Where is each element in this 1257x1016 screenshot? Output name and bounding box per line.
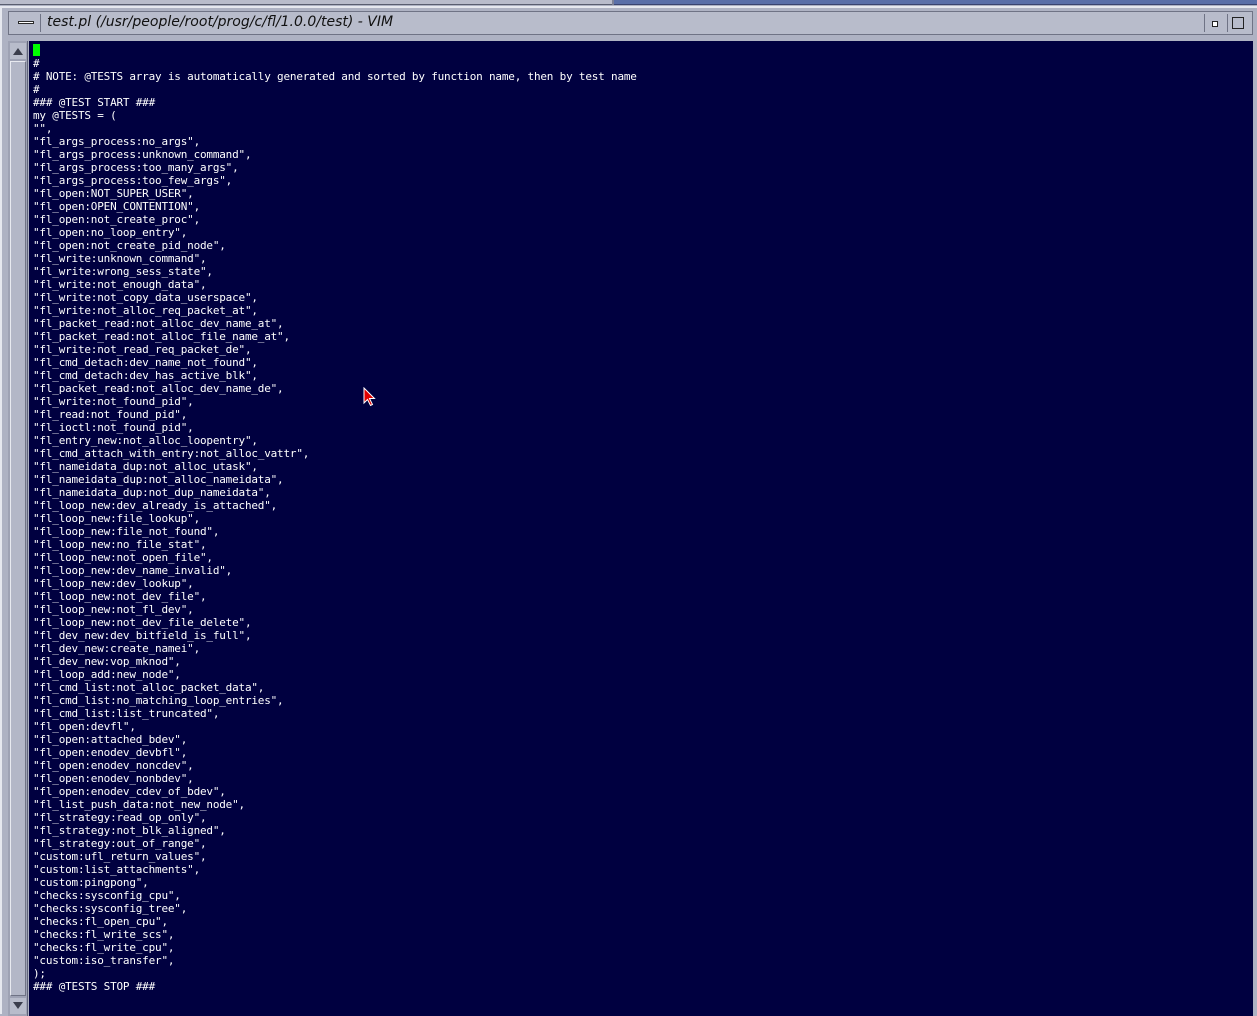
code-line: "fl_dev_new:dev_bitfield_is_full",	[33, 629, 252, 642]
code-line: "fl_dev_new:create_namei",	[33, 642, 200, 655]
code-line: "fl_cmd_list:no_matching_loop_entries",	[33, 694, 284, 707]
code-line: "fl_cmd_list:list_truncated",	[33, 707, 220, 720]
scrollbar-thumb[interactable]	[10, 61, 26, 996]
code-line: "fl_write:not_copy_data_userspace",	[33, 291, 258, 304]
code-line: "fl_open:enodev_devbfl",	[33, 746, 188, 759]
code-line: "fl_open:attached_bdev",	[33, 733, 188, 746]
code-line: "fl_open:enodev_cdev_of_bdev",	[33, 785, 226, 798]
code-line: "fl_loop_new:file_lookup",	[33, 512, 200, 525]
code-line: "custom:pingpong",	[33, 876, 149, 889]
code-line: #	[33, 57, 40, 70]
code-line: "fl_entry_new:not_alloc_loopentry",	[33, 434, 258, 447]
code-line: "fl_loop_new:not_dev_file_delete",	[33, 616, 252, 629]
code-line: "fl_args_process:no_args",	[33, 135, 200, 148]
code-line: "fl_open:not_create_proc",	[33, 213, 200, 226]
code-line: "fl_open:enodev_nonbdev",	[33, 772, 194, 785]
code-line: "fl_open:OPEN_CONTENTION",	[33, 200, 200, 213]
mouse-pointer-icon	[363, 387, 376, 407]
code-lines: # # NOTE: @TESTS array is automatically g…	[33, 44, 637, 993]
code-line: "fl_cmd_list:not_alloc_packet_data",	[33, 681, 265, 694]
window-menu-button[interactable]	[11, 14, 41, 32]
code-line: "fl_loop_new:dev_lookup",	[33, 577, 194, 590]
window-title: test.pl (/usr/people/root/prog/c/fl/1.0.…	[47, 14, 394, 30]
code-line: "fl_write:not_alloc_req_packet_at",	[33, 304, 258, 317]
vim-window: test.pl (/usr/people/root/prog/c/fl/1.0.…	[0, 6, 1257, 1016]
code-line: "fl_open:NOT_SUPER_USER",	[33, 187, 194, 200]
code-line: "fl_loop_new:no_file_stat",	[33, 538, 207, 551]
minimize-button[interactable]	[1204, 14, 1224, 32]
code-line: "fl_ioctl:not_found_pid",	[33, 421, 194, 434]
code-line: "checks:fl_open_cpu",	[33, 915, 168, 928]
code-line: "fl_open:not_create_pid_node",	[33, 239, 226, 252]
code-line: "fl_loop_new:not_fl_dev",	[33, 603, 194, 616]
vertical-scrollbar[interactable]	[8, 41, 28, 1016]
code-line: "fl_packet_read:not_alloc_file_name_at",	[33, 330, 290, 343]
code-line: "checks:fl_write_cpu",	[33, 941, 175, 954]
code-line: "fl_dev_new:vop_mknod",	[33, 655, 181, 668]
code-line: "fl_loop_new:not_dev_file",	[33, 590, 207, 603]
code-line: "fl_open:devfl",	[33, 720, 136, 733]
minimize-icon	[1212, 21, 1218, 27]
code-line: "fl_cmd_detach:dev_name_not_found",	[33, 356, 258, 369]
code-line: # NOTE: @TESTS array is automatically ge…	[33, 70, 637, 83]
code-line: "fl_list_push_data:not_new_node",	[33, 798, 245, 811]
code-line: "fl_write:unknown_command",	[33, 252, 207, 265]
code-line: "fl_nameidata_dup:not_alloc_utask",	[33, 460, 258, 473]
code-line: "fl_loop_new:not_open_file",	[33, 551, 213, 564]
code-line: "fl_strategy:out_of_range",	[33, 837, 207, 850]
code-line: "checks:sysconfig_cpu",	[33, 889, 181, 902]
maximize-icon	[1232, 17, 1244, 29]
code-line: "fl_read:not_found_pid",	[33, 408, 188, 421]
code-line: "fl_write:not_found_pid",	[33, 395, 194, 408]
code-line: "fl_write:not_enough_data",	[33, 278, 207, 291]
code-line: "fl_write:wrong_sess_state",	[33, 265, 213, 278]
editor-text-area[interactable]: # # NOTE: @TESTS array is automatically g…	[29, 41, 1253, 1016]
code-line: "fl_nameidata_dup:not_alloc_nameidata",	[33, 473, 284, 486]
title-bar[interactable]: test.pl (/usr/people/root/prog/c/fl/1.0.…	[8, 11, 1253, 35]
code-line: "checks:fl_write_scs",	[33, 928, 175, 941]
code-line: "fl_args_process:unknown_command",	[33, 148, 252, 161]
code-line: "checks:sysconfig_tree",	[33, 902, 188, 915]
code-line: "fl_loop_new:dev_already_is_attached",	[33, 499, 278, 512]
code-line: "fl_loop_add:new_node",	[33, 668, 181, 681]
window-menu-icon	[18, 21, 34, 24]
code-line: "fl_args_process:too_few_args",	[33, 174, 233, 187]
code-line: "fl_cmd_detach:dev_has_active_blk",	[33, 369, 258, 382]
maximize-button[interactable]	[1227, 14, 1247, 32]
background-window-right[interactable]	[614, 0, 1257, 5]
code-line: "fl_strategy:not_blk_aligned",	[33, 824, 226, 837]
code-line: "custom:list_attachments",	[33, 863, 200, 876]
code-line: "fl_args_process:too_many_args",	[33, 161, 239, 174]
code-line: "fl_packet_read:not_alloc_dev_name_at",	[33, 317, 284, 330]
code-line: "fl_cmd_attach_with_entry:not_alloc_vatt…	[33, 447, 310, 460]
code-line: #	[33, 83, 40, 96]
code-line: "",	[33, 122, 53, 135]
code-line: ### @TEST START ###	[33, 96, 156, 109]
code-line: "fl_loop_new:dev_name_invalid",	[33, 564, 233, 577]
scroll-up-arrow-icon[interactable]	[10, 43, 26, 59]
code-line: );	[33, 967, 46, 980]
code-line: ### @TESTS STOP ###	[33, 980, 156, 993]
code-line: "fl_packet_read:not_alloc_dev_name_de",	[33, 382, 284, 395]
code-line: "custom:iso_transfer",	[33, 954, 175, 967]
code-line: "fl_write:not_read_req_packet_de",	[33, 343, 252, 356]
code-line: "fl_loop_new:file_not_found",	[33, 525, 220, 538]
code-line: "fl_nameidata_dup:not_dup_nameidata",	[33, 486, 271, 499]
code-line: "custom:ufl_return_values",	[33, 850, 207, 863]
code-line: "fl_open:no_loop_entry",	[33, 226, 188, 239]
code-line: my @TESTS = (	[33, 109, 117, 122]
background-window-strip	[0, 0, 1257, 5]
text-cursor	[33, 44, 40, 56]
background-window-left[interactable]	[0, 0, 612, 5]
code-line: "fl_strategy:read_op_only",	[33, 811, 207, 824]
code-line: "fl_open:enodev_noncdev",	[33, 759, 194, 772]
scroll-down-arrow-icon[interactable]	[10, 998, 26, 1014]
